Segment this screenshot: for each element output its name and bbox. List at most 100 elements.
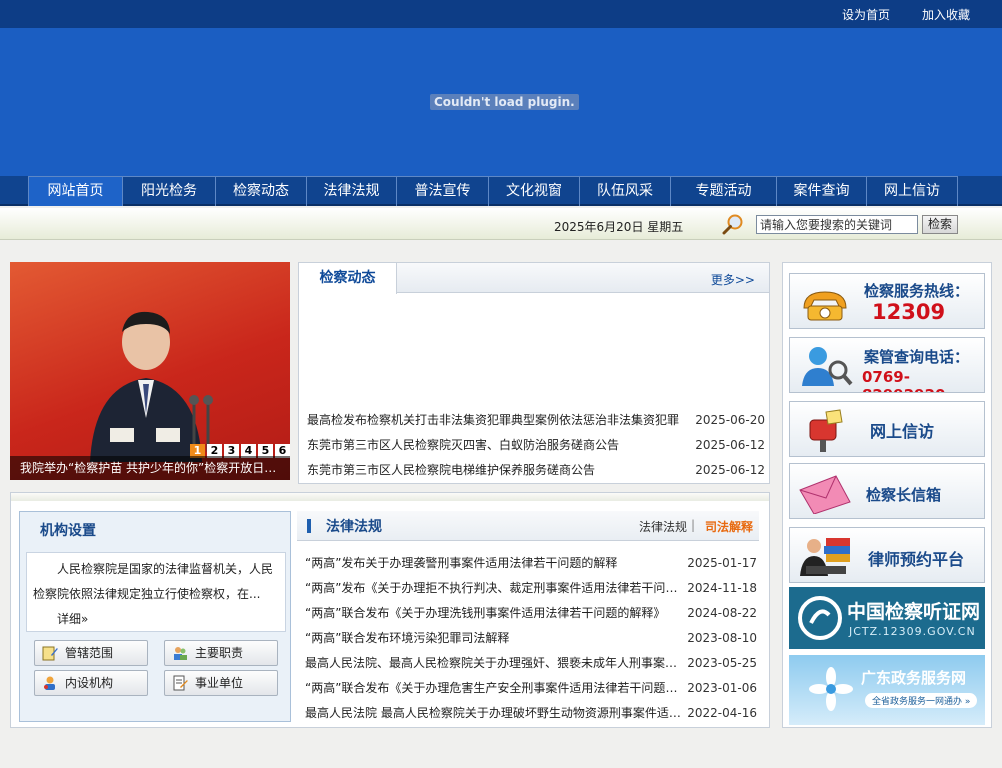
news-list: 最高检发布检察机关打击非法集资犯罪典型案例依法惩治非法集资犯罪 2025-06-2… <box>307 408 765 483</box>
main-duties-label: 主要职责 <box>195 646 244 660</box>
hearing-title: 中国检察听证网 <box>847 601 981 623</box>
lower-section: 机构设置 人民检察院是国家的法律监督机关，人民检察院依照法律规定独立行使检察权，… <box>10 492 770 728</box>
law-item-title[interactable]: “两高”发布关于办理袭警刑事案件适用法律若干问题的解释 <box>305 551 681 576</box>
hearing-logo-icon <box>798 596 842 640</box>
plugin-error-message: Couldn't load plugin. <box>430 94 579 110</box>
online-petition-banner[interactable]: 网上信访 <box>789 401 985 457</box>
banner-plugin-area: Couldn't load plugin. <box>0 28 1002 176</box>
service-hotline-banner[interactable]: 检察服务热线： 12309 <box>789 273 985 329</box>
news-more-link[interactable]: 更多>> <box>711 271 755 288</box>
tab-laws[interactable]: 法律法规 <box>639 518 687 535</box>
jurisdiction-button[interactable]: 管辖范围 <box>34 640 148 666</box>
chief-mailbox-label: 检察长信箱 <box>866 486 942 504</box>
nav-item-laws[interactable]: 法律法规 <box>306 176 396 206</box>
section-marker <box>307 519 311 533</box>
right-sidebar: 检察服务热线： 12309 案管查询电话： 0769-82992920 网上信访… <box>782 262 992 728</box>
news-tab[interactable]: 检察动态 <box>299 263 397 294</box>
law-item-title[interactable]: “两高”联合发布《关于办理危害生产安全刑事案件适用法律若干问题的解释（二）》 <box>305 676 681 701</box>
org-title: 机构设置 <box>40 523 96 539</box>
news-title[interactable]: 东莞市第三市区人民检察院灭四害、白蚁防治服务磋商公告 <box>307 433 689 458</box>
search-button[interactable]: 检索 <box>922 215 958 234</box>
nav-item-news[interactable]: 检察动态 <box>215 176 306 206</box>
org-detail-link[interactable]: 详细» <box>33 607 279 632</box>
nav-item-transparency[interactable]: 阳光检务 <box>122 176 215 206</box>
lawyer-appointment-banner[interactable]: 律师预约平台 <box>789 527 985 583</box>
nav-item-case-query[interactable]: 案件查询 <box>776 176 866 206</box>
law-item-date: 2025-01-17 <box>687 556 757 570</box>
lawyer-appointment-label: 律师预约平台 <box>868 550 965 569</box>
law-item-date: 2023-08-10 <box>687 631 757 645</box>
hotline-number: 12309 <box>872 300 946 324</box>
law-item-date: 2023-05-25 <box>687 656 757 670</box>
add-favorite-link[interactable]: 加入收藏 <box>922 6 970 23</box>
law-item-date: 2024-11-18 <box>687 581 757 595</box>
list-item: 东莞市第三市区人民检察院灭四害、白蚁防治服务磋商公告 2025-06-12 <box>307 433 765 458</box>
top-bar: 设为首页 加入收藏 <box>0 0 1002 28</box>
nav-item-special-events[interactable]: 专题活动 <box>670 176 776 206</box>
org-description: 人民检察院是国家的法律监督机关，人民检察院依照法律规定独立行使检察权，在... … <box>26 552 286 632</box>
list-item: 最高人民法院 最高人民检察院关于办理破坏野生动物资源刑事案件适用法律若干问题的解… <box>305 701 757 726</box>
case-query-phone-banner[interactable]: 案管查询电话： 0769-82992920 <box>789 337 985 393</box>
law-list: “两高”发布关于办理袭警刑事案件适用法律若干问题的解释 2025-01-17 “两… <box>305 551 757 726</box>
set-homepage-link[interactable]: 设为首页 <box>842 6 890 23</box>
magnifier-icon <box>722 214 743 235</box>
photo-slideshow[interactable]: 1 2 3 4 5 6 我院举办“检察护苗 共护少年的你”检察开放日活动 <box>10 262 290 480</box>
news-panel: 检察动态 更多>> 最高检发布检察机关打击非法集资犯罪典型案例依法惩治非法集资犯… <box>298 262 770 484</box>
nav-item-team[interactable]: 队伍风采 <box>579 176 670 206</box>
law-item-date: 2023-01-06 <box>687 681 757 695</box>
gd-title: 广东政务服务网 <box>861 669 967 687</box>
law-item-date: 2024-08-22 <box>687 606 757 620</box>
current-date: 2025年6月20日 星期五 <box>554 220 684 234</box>
news-date: 2025-06-20 <box>695 413 765 427</box>
list-item: “两高”发布关于办理袭警刑事案件适用法律若干问题的解释 2025-01-17 <box>305 551 757 576</box>
news-date: 2025-06-12 <box>695 463 765 477</box>
gd-subtitle: 全省政务服务一网通办 » <box>865 693 978 708</box>
chief-mailbox-banner[interactable]: 检察长信箱 <box>789 463 985 519</box>
document-pencil-icon <box>42 646 58 661</box>
main-nav: 网站首页 阳光检务 检察动态 法律法规 普法宣传 文化视窗 队伍风采 专题活动 … <box>0 176 1002 206</box>
public-institutions-label: 事业单位 <box>195 676 244 690</box>
nav-item-culture[interactable]: 文化视窗 <box>488 176 579 206</box>
envelope-icon <box>799 475 851 514</box>
people-icon <box>174 647 187 660</box>
nav-item-legal-education[interactable]: 普法宣传 <box>396 176 488 206</box>
law-item-title[interactable]: 最高人民法院 最高人民检察院关于办理破坏野生动物资源刑事案件适用法律若干问题的解… <box>305 701 681 726</box>
person-search-icon <box>802 347 853 386</box>
search-input[interactable] <box>756 215 918 234</box>
list-item: 东莞市第三市区人民检察院电梯维护保养服务磋商公告 2025-06-12 <box>307 458 765 483</box>
law-item-date: 2022-04-16 <box>687 706 757 720</box>
nav-item-home[interactable]: 网站首页 <box>28 176 122 206</box>
speaker-figure-image <box>90 311 213 462</box>
internal-departments-button[interactable]: 内设机构 <box>34 670 148 696</box>
law-item-title[interactable]: 最高人民法院、最高人民检察院关于办理强奸、猥亵未成年人刑事案件适用法律若干问题的… <box>305 651 681 676</box>
news-panel-header: 检察动态 更多>> <box>299 263 769 294</box>
tab-judicial-interpretation[interactable]: 司法解释 <box>705 518 753 535</box>
slideshow-caption[interactable]: 我院举办“检察护苗 共护少年的你”检察开放日活动 <box>10 456 290 480</box>
news-title[interactable]: 东莞市第三市区人民检察院电梯维护保养服务磋商公告 <box>307 458 689 483</box>
gd-flower-logo-icon <box>809 667 853 711</box>
hearing-network-banner[interactable]: 中国检察听证网 JCTZ.12309.GOV.CN <box>789 587 985 649</box>
jurisdiction-label: 管辖范围 <box>65 646 114 660</box>
organization-panel: 机构设置 人民检察院是国家的法律监督机关，人民检察院依照法律规定独立行使检察权，… <box>19 511 291 722</box>
phone-number: 0769-82992920 <box>862 368 946 392</box>
hotline-label: 检察服务热线： <box>864 282 970 300</box>
main-duties-button[interactable]: 主要职责 <box>164 640 278 666</box>
law-item-title[interactable]: “两高”联合发布环境污染犯罪司法解释 <box>305 626 681 651</box>
law-item-title[interactable]: “两高”发布《关于办理拒不执行判决、裁定刑事案件适用法律若干问题的解释》 <box>305 576 681 601</box>
divider <box>11 493 769 501</box>
online-petition-label: 网上信访 <box>870 422 935 441</box>
law-item-title[interactable]: “两高”联合发布《关于办理洗钱刑事案件适用法律若干问题的解释》 <box>305 601 681 626</box>
news-date: 2025-06-12 <box>695 438 765 452</box>
telephone-icon <box>803 291 847 321</box>
news-title[interactable]: 最高检发布检察机关打击非法集资犯罪典型案例依法惩治非法集资犯罪 <box>307 408 689 433</box>
org-desc-text: 人民检察院是国家的法律监督机关，人民检察院依照法律规定独立行使检察权，在... <box>33 562 274 601</box>
public-institutions-button[interactable]: 事业单位 <box>164 670 278 696</box>
lawyer-books-icon <box>800 538 850 576</box>
list-item: 最高检发布检察机关打击非法集资犯罪典型案例依法惩治非法集资犯罪 2025-06-2… <box>307 408 765 433</box>
date-search-bar: 2025年6月20日 星期五 检索 <box>0 208 1002 240</box>
list-item: “两高”联合发布环境污染犯罪司法解释 2023-08-10 <box>305 626 757 651</box>
list-item: “两高”联合发布《关于办理危害生产安全刑事案件适用法律若干问题的解释（二）》 20… <box>305 676 757 701</box>
guangdong-services-banner[interactable]: 广东政务服务网 全省政务服务一网通办 » <box>789 655 985 725</box>
law-title: 法律法规 <box>326 519 382 535</box>
nav-item-online-petition[interactable]: 网上信访 <box>866 176 958 206</box>
